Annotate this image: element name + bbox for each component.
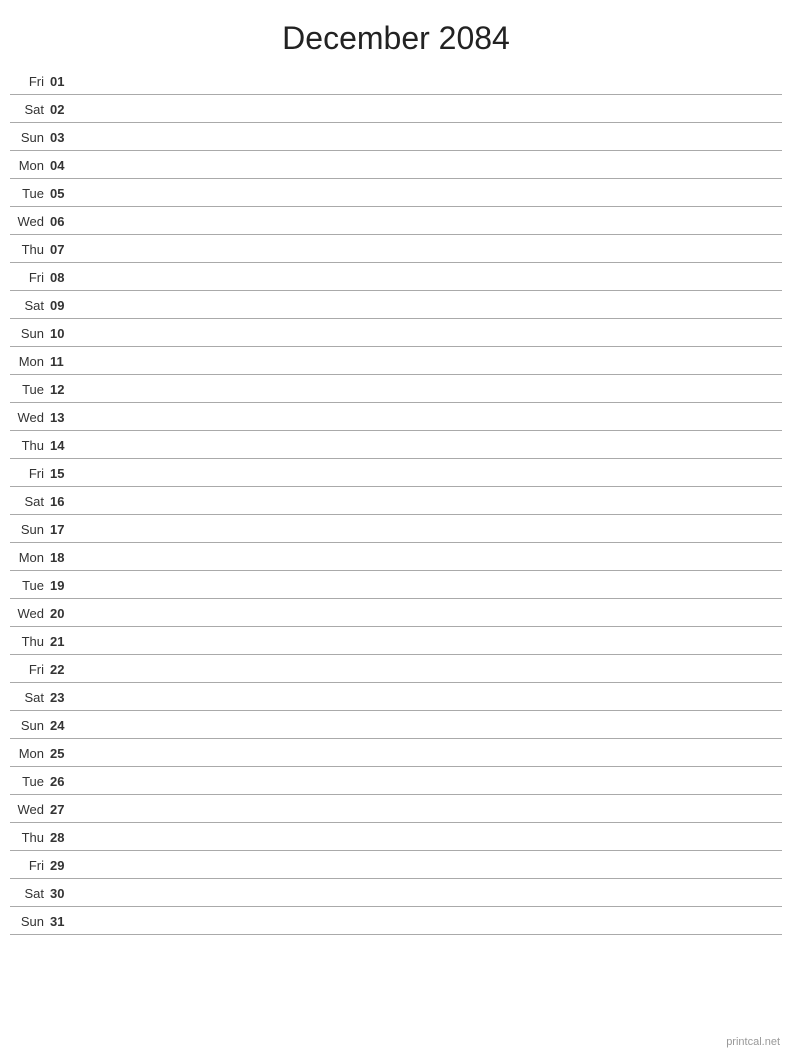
day-name: Sat — [10, 494, 50, 509]
day-name: Fri — [10, 74, 50, 89]
day-number: 28 — [50, 830, 80, 845]
day-name: Mon — [10, 550, 50, 565]
day-row: Sun31 — [10, 907, 782, 935]
day-number: 29 — [50, 858, 80, 873]
day-number: 20 — [50, 606, 80, 621]
day-row: Sun10 — [10, 319, 782, 347]
day-row: Sat23 — [10, 683, 782, 711]
day-number: 02 — [50, 102, 80, 117]
day-number: 10 — [50, 326, 80, 341]
day-row: Wed20 — [10, 599, 782, 627]
day-name: Sun — [10, 326, 50, 341]
day-row: Sat09 — [10, 291, 782, 319]
day-number: 30 — [50, 886, 80, 901]
day-name: Thu — [10, 830, 50, 845]
day-name: Sun — [10, 130, 50, 145]
day-number: 15 — [50, 466, 80, 481]
day-row: Thu28 — [10, 823, 782, 851]
day-row: Sat30 — [10, 879, 782, 907]
day-name: Sat — [10, 690, 50, 705]
watermark: printcal.net — [726, 1036, 780, 1048]
day-number: 18 — [50, 550, 80, 565]
day-number: 13 — [50, 410, 80, 425]
day-row: Mon11 — [10, 347, 782, 375]
day-row: Sat02 — [10, 95, 782, 123]
day-row: Fri29 — [10, 851, 782, 879]
day-name: Fri — [10, 662, 50, 677]
day-number: 08 — [50, 270, 80, 285]
day-name: Sun — [10, 522, 50, 537]
day-number: 31 — [50, 914, 80, 929]
day-number: 25 — [50, 746, 80, 761]
day-number: 22 — [50, 662, 80, 677]
day-row: Tue05 — [10, 179, 782, 207]
day-row: Thu07 — [10, 235, 782, 263]
day-row: Wed06 — [10, 207, 782, 235]
day-number: 07 — [50, 242, 80, 257]
day-name: Fri — [10, 466, 50, 481]
day-name: Tue — [10, 774, 50, 789]
day-name: Fri — [10, 858, 50, 873]
day-row: Mon04 — [10, 151, 782, 179]
day-number: 12 — [50, 382, 80, 397]
day-number: 05 — [50, 186, 80, 201]
day-number: 11 — [50, 354, 80, 369]
day-number: 14 — [50, 438, 80, 453]
day-name: Thu — [10, 438, 50, 453]
day-number: 19 — [50, 578, 80, 593]
day-name: Sun — [10, 718, 50, 733]
day-name: Mon — [10, 746, 50, 761]
day-name: Thu — [10, 634, 50, 649]
day-name: Wed — [10, 802, 50, 817]
day-name: Sat — [10, 102, 50, 117]
day-row: Thu14 — [10, 431, 782, 459]
day-name: Mon — [10, 158, 50, 173]
day-row: Wed27 — [10, 795, 782, 823]
day-number: 24 — [50, 718, 80, 733]
day-name: Sun — [10, 914, 50, 929]
day-row: Tue26 — [10, 767, 782, 795]
day-row: Mon25 — [10, 739, 782, 767]
day-name: Thu — [10, 242, 50, 257]
day-row: Sun03 — [10, 123, 782, 151]
day-name: Tue — [10, 186, 50, 201]
day-row: Thu21 — [10, 627, 782, 655]
day-number: 17 — [50, 522, 80, 537]
day-row: Sat16 — [10, 487, 782, 515]
day-number: 23 — [50, 690, 80, 705]
calendar-grid: Fri01Sat02Sun03Mon04Tue05Wed06Thu07Fri08… — [0, 67, 792, 935]
day-name: Mon — [10, 354, 50, 369]
day-row: Fri22 — [10, 655, 782, 683]
day-number: 16 — [50, 494, 80, 509]
day-number: 04 — [50, 158, 80, 173]
day-number: 09 — [50, 298, 80, 313]
day-name: Sat — [10, 298, 50, 313]
day-name: Wed — [10, 214, 50, 229]
day-number: 03 — [50, 130, 80, 145]
day-row: Sun24 — [10, 711, 782, 739]
day-number: 27 — [50, 802, 80, 817]
day-row: Fri08 — [10, 263, 782, 291]
day-number: 01 — [50, 74, 80, 89]
day-number: 06 — [50, 214, 80, 229]
day-row: Sun17 — [10, 515, 782, 543]
day-row: Fri01 — [10, 67, 782, 95]
day-name: Tue — [10, 382, 50, 397]
day-number: 26 — [50, 774, 80, 789]
day-name: Fri — [10, 270, 50, 285]
day-row: Mon18 — [10, 543, 782, 571]
day-row: Fri15 — [10, 459, 782, 487]
day-row: Tue19 — [10, 571, 782, 599]
day-number: 21 — [50, 634, 80, 649]
day-name: Wed — [10, 606, 50, 621]
page-title: December 2084 — [0, 0, 792, 67]
day-row: Tue12 — [10, 375, 782, 403]
day-row: Wed13 — [10, 403, 782, 431]
day-name: Tue — [10, 578, 50, 593]
day-name: Sat — [10, 886, 50, 901]
day-name: Wed — [10, 410, 50, 425]
